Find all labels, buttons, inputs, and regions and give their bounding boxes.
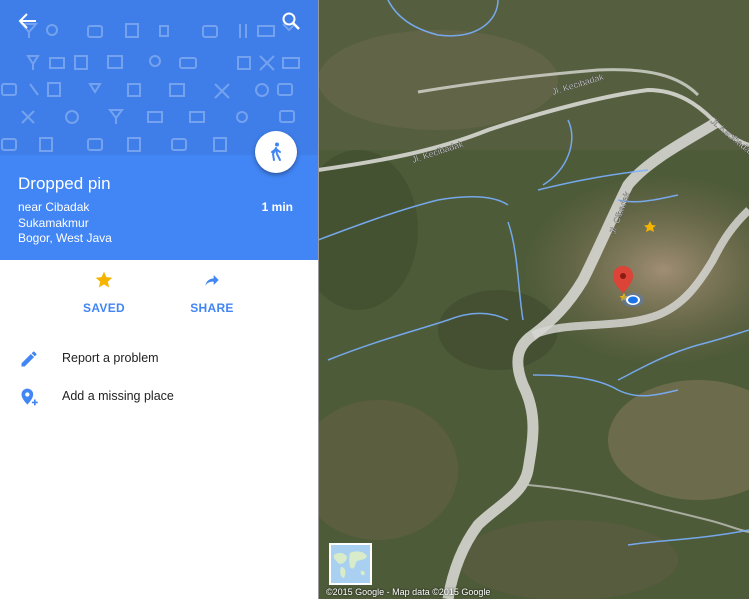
world-map-icon [331,545,370,583]
saved-button[interactable]: SAVED [64,270,144,315]
add-missing-place-item[interactable]: Add a missing place [0,378,318,416]
panel-divider [318,0,319,599]
share-label: SHARE [190,301,234,315]
search-icon [282,12,300,30]
search-button[interactable] [278,8,304,34]
walking-icon [271,142,281,161]
star-icon [95,271,113,288]
back-arrow-icon [18,13,36,29]
report-problem-item[interactable]: Report a problem [0,340,318,378]
report-problem-label: Report a problem [62,351,159,365]
saved-label: SAVED [83,301,125,315]
place-sheet: Dropped pin near Cibadak Sukamakmur Bogo… [0,0,318,599]
share-icon [205,275,219,286]
map-imagery: Jl. Kecibadak Jl. Kecibadak Jl. Cibadak … [318,0,749,599]
address-line-3: Bogor, West Java [18,231,112,245]
place-address: near Cibadak Sukamakmur Bogor, West Java [18,200,112,247]
back-button[interactable] [15,8,41,34]
pencil-icon [21,351,37,367]
address-line-1: near Cibadak [18,200,90,214]
current-location-icon [622,293,644,307]
share-button[interactable]: SHARE [172,270,252,315]
place-title: Dropped pin [18,174,111,193]
map-layers-button[interactable] [329,543,372,585]
address-line-2: Sukamakmur [18,215,89,230]
add-location-icon [21,388,38,406]
travel-time: 1 min [261,200,293,214]
add-missing-place-label: Add a missing place [62,389,174,403]
satellite-map[interactable]: Jl. Kecibadak Jl. Kecibadak Jl. Cibadak … [318,0,749,599]
map-attribution: ©2015 Google - Map data ©2015 Google [326,587,491,597]
directions-button[interactable] [255,131,297,173]
